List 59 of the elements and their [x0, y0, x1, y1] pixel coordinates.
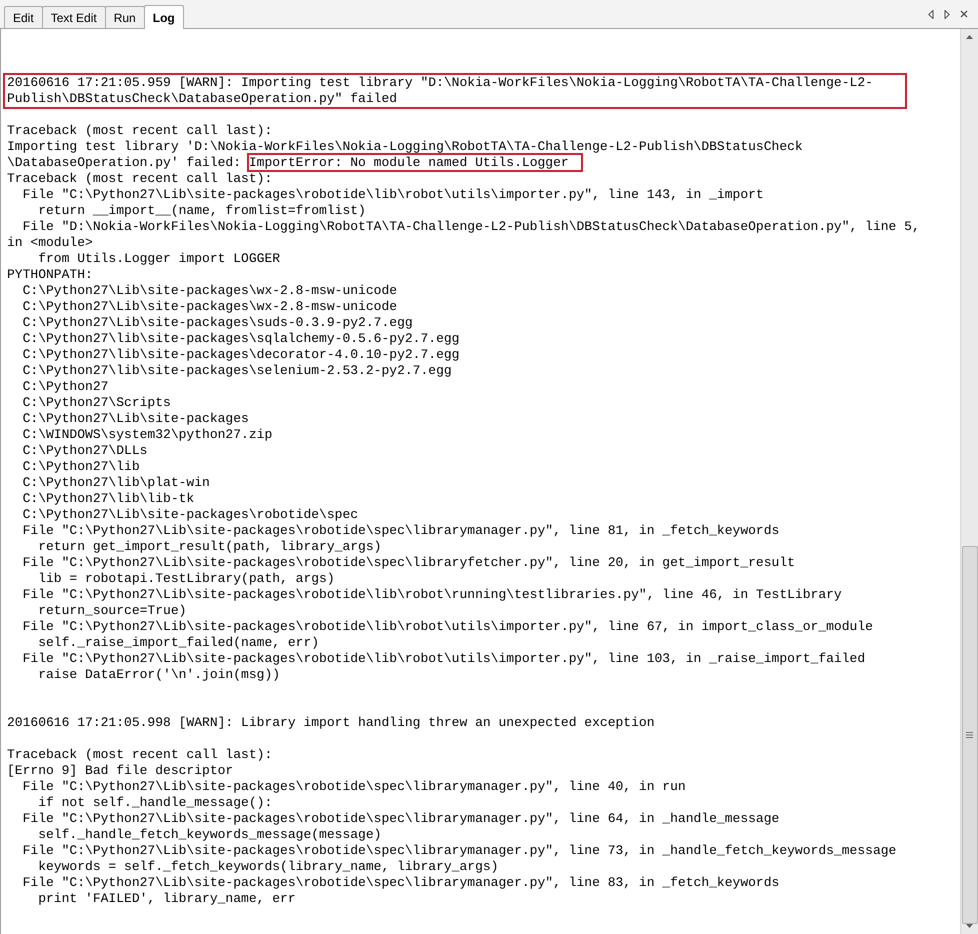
log-line: Importing test library 'D:\Nokia-WorkFiles\Nokia-Logging\RobotTA\TA-Challenge-L2-Publish\DBStatusCheck: [7, 139, 804, 155]
right-arrow-icon[interactable]: [944, 10, 950, 18]
log-line: File "C:\Python27\Lib\site-packages\robotide\spec\librarymanager.py", line 83, in _fetch_keywords: [22, 875, 780, 891]
log-line: C:\Python27\Lib\site-packages\wx-2.8-msw-unicode: [22, 283, 398, 299]
log-line: C:\Python27\lib\site-packages\selenium-2.53.2-py2.7.egg: [22, 363, 453, 379]
log-line: C:\Python27\lib\site-packages\sqlalchemy-0.5.6-py2.7.egg: [22, 331, 460, 347]
log-line: self._raise_import_failed(name, err): [37, 635, 320, 651]
tab[interactable]: Edit: [4, 6, 43, 28]
log-line: C:\WINDOWS\system32\python27.zip: [22, 427, 274, 443]
log-line: File "C:\Python27\Lib\site-packages\robotide\spec\libraryfetcher.py", line 20, in get_import_result: [22, 555, 796, 571]
log-line: Publish\DBStatusCheck\DatabaseOperation.py" failed: [7, 91, 398, 107]
log-line: C:\Python27\Lib\site-packages\suds-0.3.9-py2.7.egg: [22, 315, 414, 331]
log-line: from Utils.Logger import LOGGER: [37, 251, 282, 267]
log-line: File "C:\Python27\Lib\site-packages\robotide\lib\robot\utils\importer.py", line 103, in _raise_import_failed: [22, 651, 866, 667]
scrollbar[interactable]: [960, 29, 978, 934]
close-icon[interactable]: [960, 10, 968, 18]
log-line: File "C:\Python27\Lib\site-packages\robotide\lib\robot\running\testlibraries.py", line 46, in TestLibrary: [22, 587, 843, 603]
log-line: C:\Python27\lib\plat-win: [22, 475, 211, 491]
log-line: File "D:\Nokia-WorkFiles\Nokia-Logging\RobotTA\TA-Challenge-L2-Publish\DBStatusCheck\DatabaseOperation.py", line 5,: [22, 219, 921, 235]
log-line: [Errno 9] Bad file descriptor: [7, 763, 234, 779]
log-line: if not self._handle_message():: [37, 795, 274, 811]
tab[interactable]: Log: [144, 5, 184, 29]
log-line: in <module>: [7, 235, 94, 251]
log-line: C:\Python27\Lib\site-packages: [22, 411, 250, 427]
log-line: C:\Python27\lib\lib-tk: [22, 491, 196, 507]
log-line: C:\Python27\DLLs: [22, 443, 148, 459]
log-line: print 'FAILED', library_name, err: [37, 891, 297, 907]
highlighted-error: ImportError: No module named Utils.Logger: [248, 155, 581, 170]
log-line: File "C:\Python27\Lib\site-packages\robotide\spec\librarymanager.py", line 81, in _fetch_keywords: [22, 523, 780, 539]
log-line: self._handle_fetch_keywords_message(message): [37, 827, 382, 843]
log-line: return_source=True): [37, 603, 188, 619]
log-line: C:\Python27\Lib\site-packages\robotide\spec: [22, 507, 360, 523]
log-line: File "C:\Python27\Lib\site-packages\robotide\lib\robot\utils\importer.py", line 143, in _import: [22, 187, 765, 203]
log-line: 20160616 17:21:05.959 [WARN]: Importing test library "D:\Nokia-WorkFiles\Nokia-Logging\RobotTA\TA-Challenge-L2-: [7, 75, 874, 91]
log-line: Traceback (most recent call last):: [7, 123, 274, 139]
log-line: File "C:\Python27\Lib\site-packages\robotide\spec\librarymanager.py", line 73, in _handle_fetch_keywords_message: [22, 843, 898, 859]
log-line: return __import__(name, fromlist=fromlist): [37, 203, 367, 219]
log-line: C:\Python27\Lib\site-packages\wx-2.8-msw-unicode: [22, 299, 398, 315]
log-line: Traceback (most recent call last):: [7, 747, 274, 763]
log-line: C:\Python27: [22, 379, 110, 395]
log-line: C:\Python27\lib\site-packages\decorator-4.0.10-py2.7.egg: [22, 347, 460, 363]
log-line: return get_import_result(path, library_args): [37, 539, 382, 555]
log-line: File "C:\Python27\Lib\site-packages\robotide\lib\robot\utils\importer.py", line 67, in import_class_or_module: [22, 619, 874, 635]
log-line: raise DataError('\n'.join(msg)): [37, 667, 282, 683]
log-line: Traceback (most recent call last):: [7, 171, 274, 187]
scroll-thumb[interactable]: [962, 546, 978, 924]
left-arrow-icon[interactable]: [928, 10, 934, 18]
log-line: PYTHONPATH:: [7, 267, 94, 283]
log-line: 20160616 17:21:05.998 [WARN]: Library import handling threw an unexpected exception: [7, 715, 656, 731]
log-line: keywords = self._fetch_keywords(library_name, library_args): [37, 859, 500, 875]
up-arrow-icon[interactable]: [966, 35, 973, 39]
log-line: File "C:\Python27\Lib\site-packages\robotide\spec\librarymanager.py", line 40, in run: [22, 779, 687, 795]
log-line: C:\Python27\Scripts: [22, 395, 172, 411]
grip-icon: [966, 732, 973, 738]
log-line: \DatabaseOperation.py' failed:: [7, 155, 242, 170]
down-arrow-icon[interactable]: [966, 924, 973, 928]
log-line: lib = robotapi.TestLibrary(path, args): [37, 571, 336, 587]
log-line: File "C:\Python27\Lib\site-packages\robotide\spec\librarymanager.py", line 64, in _handle_message: [22, 811, 780, 827]
log-line: C:\Python27\lib: [22, 459, 141, 475]
